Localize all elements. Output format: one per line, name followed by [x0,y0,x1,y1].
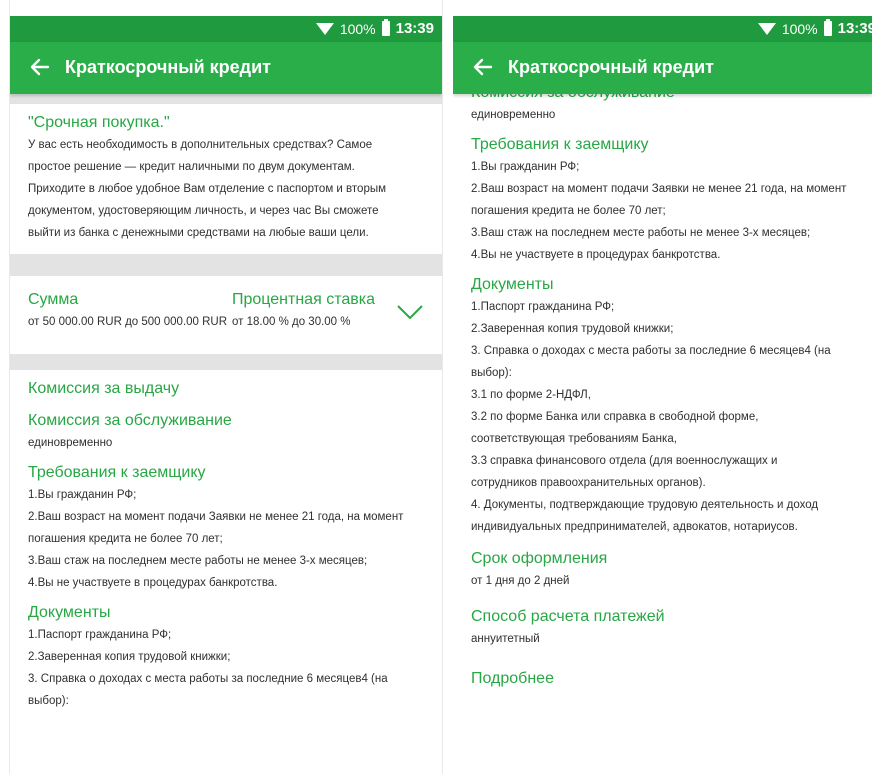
term-value: от 1 дня до 2 дней [471,575,570,587]
chevron-down-icon[interactable] [395,302,425,322]
battery-percent: 100% [339,20,376,37]
requirements-title: Требования к заемщику [471,136,649,153]
requirement-line: 1.Вы гражданин РФ; [471,161,580,173]
intro-title: "Срочная покупка." [28,114,170,131]
document-line: 3. Справка о доходах с места работы за п… [28,673,388,685]
back-arrow-icon[interactable] [26,53,54,81]
fee-service-title: Комиссия за обслуживание [471,94,862,104]
left-screen: 100% 13:39 Краткосрочный кредит "Срочная… [9,0,443,774]
requirement-line: 3.Ваш стаж на последнем месте работы не … [28,555,368,567]
document-line: выбор): [28,695,69,707]
fee-service-title: Комиссия за обслуживание [28,412,232,429]
clock: 13:39 [837,20,872,37]
payment-title: Способ расчета платежей [471,608,665,625]
back-arrow-icon[interactable] [469,53,497,81]
document-line: 3.3 справка финансового отдела (для воен… [471,455,778,467]
more-link[interactable]: Подробнее [471,668,862,690]
term-title: Срок оформления [471,550,608,567]
divider [10,254,442,276]
fee-issue-title: Комиссия за выдачу [28,380,180,397]
sum-value: от 50 000.00 RUR до 500 000.00 RUR [28,316,228,328]
details-card: Комиссия за выдачу Комиссия за обслужива… [10,370,442,712]
documents-title: Документы [28,604,111,621]
status-bar: 100% 13:39 [453,16,872,42]
document-line: соответствующая требованиям Банка, [471,433,677,445]
divider [10,94,442,104]
document-line: 3.2 по форме Банка или справка в свободн… [471,411,759,423]
rate-label: Процентная ставка [232,291,375,308]
rate-value: от 18.00 % до 30.00 % [232,316,351,328]
intro-line: простое решение — кредит наличными по дв… [28,161,355,173]
intro-card: "Срочная покупка." У вас есть необходимо… [10,104,442,246]
intro-line: документом, удостоверяющим личность, и ч… [28,205,379,217]
clock: 13:39 [395,20,434,37]
document-line: 2.Заверенная копия трудовой книжки; [471,323,674,335]
divider [10,354,442,370]
requirement-line: 2.Ваш возраст на момент подачи Заявки не… [28,511,404,523]
app-bar: Краткосрочный кредит [453,42,872,94]
requirement-line: 2.Ваш возраст на момент подачи Заявки не… [471,183,847,195]
page-title: Краткосрочный кредит [508,57,714,77]
fee-service-value: единовременно [28,437,113,449]
documents-title: Документы [471,276,554,293]
wifi-icon [757,22,776,35]
intro-line: Приходите в любое удобное Вам отделение … [28,183,387,195]
document-line: 3.1 по форме 2-НДФЛ, [471,389,591,401]
details-card: Комиссия за обслуживание единовременно Т… [453,94,872,690]
wifi-icon [315,22,334,35]
app-bar: Краткосрочный кредит [10,42,442,94]
rates-card[interactable]: Сумма от 50 000.00 RUR до 500 000.00 RUR… [10,276,442,354]
scroll-content[interactable]: "Срочная покупка." У вас есть необходимо… [10,94,442,774]
requirement-line: 4.Вы не участвуете в процедурах банкротс… [471,249,721,261]
document-line: 3. Справка о доходах с места работы за п… [471,345,831,357]
requirement-line: 1.Вы гражданин РФ; [28,489,137,501]
battery-icon [823,19,832,36]
document-line: сотрудников правоохранительных органов). [471,477,706,489]
document-line: 1.Паспорт гражданина РФ; [471,301,615,313]
document-line: индивидуальных предпринимателей, адвокат… [471,521,798,533]
right-screen: 100% 13:39 Краткосрочный кредит Комиссия… [453,0,872,774]
fee-service-value: единовременно [471,109,556,121]
requirement-line: погашения кредита не более 70 лет; [28,533,223,545]
payment-value: аннуитетный [471,633,540,645]
intro-line: У вас есть необходимость в дополнительны… [28,139,373,151]
document-line: 4. Документы, подтверждающие трудовую де… [471,499,819,511]
requirement-line: 3.Ваш стаж на последнем месте работы не … [471,227,811,239]
document-line: выбор): [471,367,512,379]
requirements-title: Требования к заемщику [28,464,206,481]
page-title: Краткосрочный кредит [65,57,271,77]
document-line: 1.Паспорт гражданина РФ; [28,629,172,641]
document-line: 2.Заверенная копия трудовой книжки; [28,651,231,663]
battery-percent: 100% [781,20,818,37]
status-bar: 100% 13:39 [10,16,442,42]
sum-label: Сумма [28,291,79,308]
battery-icon [381,19,390,36]
intro-line: выйти из банка с денежными средствами на… [28,227,369,239]
requirement-line: погашения кредита не более 70 лет; [471,205,666,217]
scroll-content[interactable]: Комиссия за обслуживание единовременно Т… [453,94,872,774]
requirement-line: 4.Вы не участвуете в процедурах банкротс… [28,577,278,589]
